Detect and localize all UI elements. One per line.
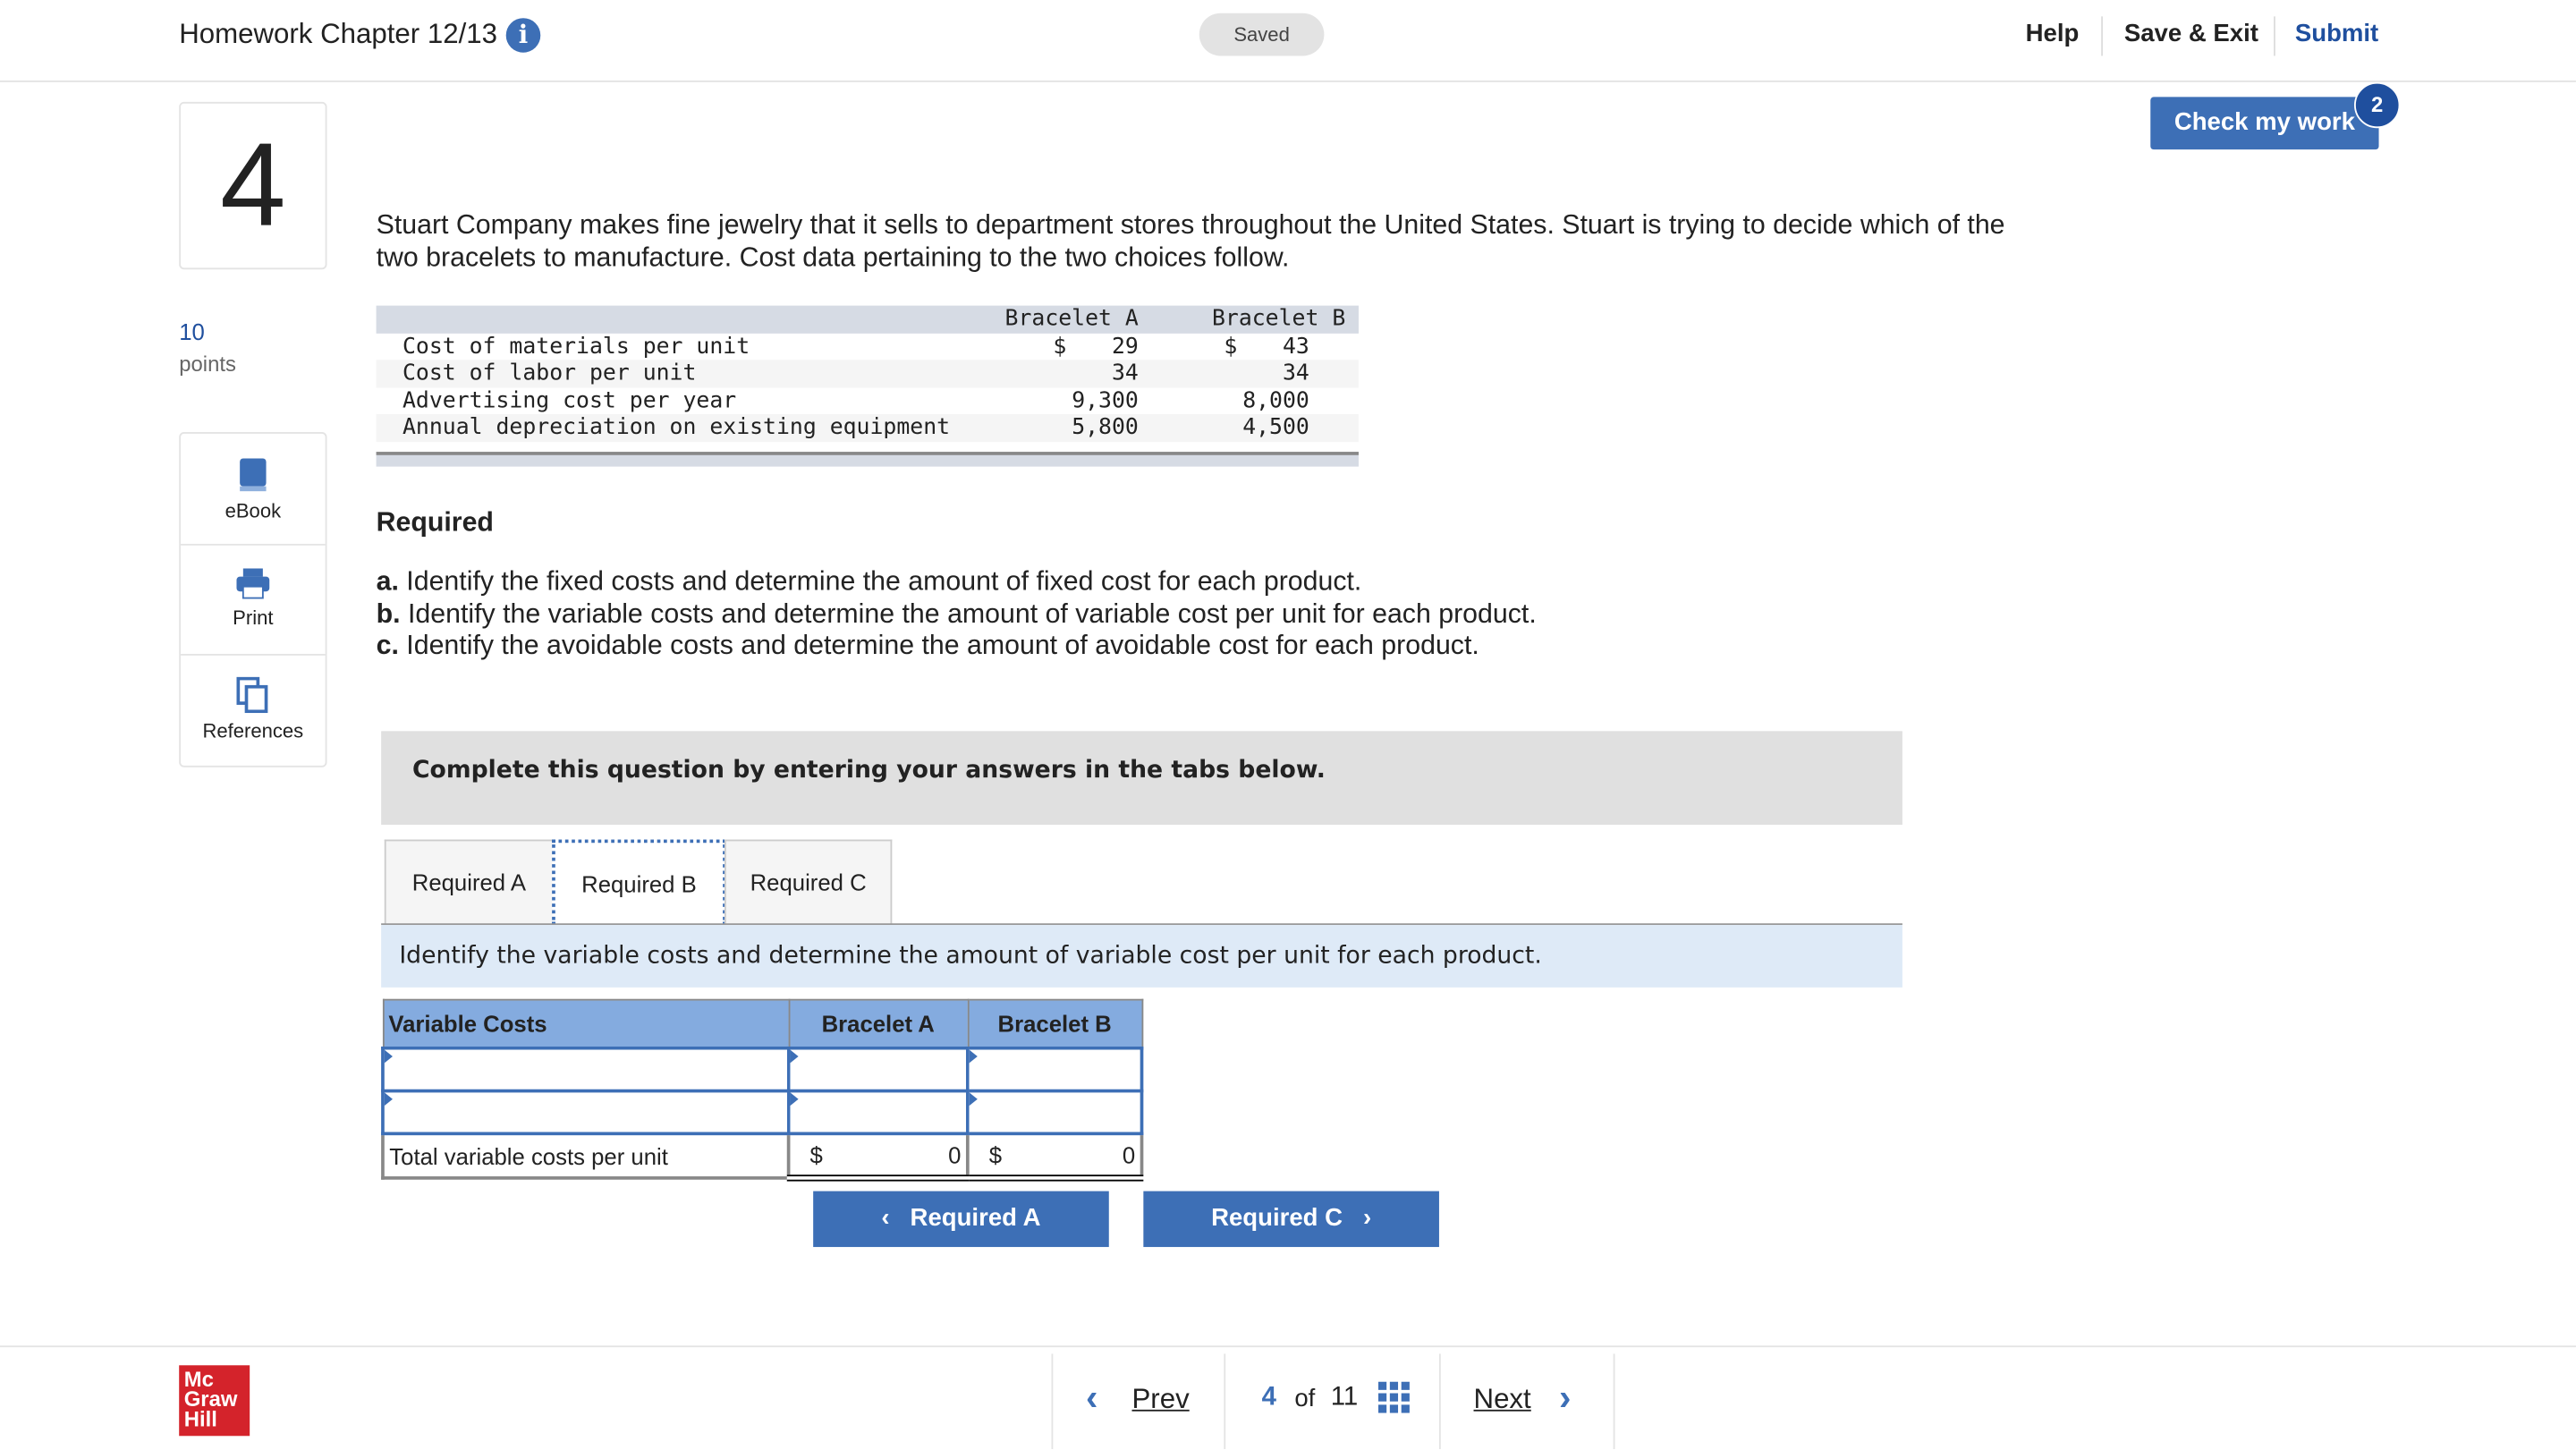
- instructions-banner: Complete this question by entering your …: [381, 731, 1902, 826]
- total-b: $0: [965, 1132, 1144, 1182]
- item-text: Identify the avoidable costs and determi…: [398, 631, 1479, 661]
- tab-required-a[interactable]: Required A: [384, 839, 554, 926]
- table-footer: [376, 452, 1359, 467]
- copy-icon: [236, 676, 268, 714]
- divider: [2273, 16, 2275, 56]
- tab-instruction: Identify the variable costs and determin…: [381, 925, 1902, 988]
- of-label: of: [1294, 1385, 1316, 1413]
- tab-required-c[interactable]: Required C: [724, 839, 893, 926]
- col-header: Bracelet A: [787, 998, 969, 1049]
- dollar: $: [988, 1141, 1003, 1168]
- table-row: Annual depreciation on existing equipmen…: [376, 413, 1359, 442]
- references-label: References: [202, 719, 304, 743]
- next-required-button[interactable]: Required C ›: [1143, 1191, 1439, 1248]
- help-link[interactable]: Help: [2026, 20, 2080, 47]
- save-exit-link[interactable]: Save & Exit: [2124, 20, 2258, 47]
- item-letter: c.: [376, 631, 399, 661]
- tools-panel: eBook Print References: [179, 432, 327, 767]
- row-label: Advertising cost per year: [402, 386, 737, 413]
- bracelet-a-input[interactable]: [786, 1046, 970, 1093]
- ebook-label: eBook: [225, 499, 282, 523]
- row-label: Cost of labor per unit: [402, 360, 697, 386]
- banner-text: Complete this question by entering your …: [412, 757, 1326, 784]
- chevron-left-icon: ‹: [881, 1204, 911, 1233]
- next-required-label: Required C: [1211, 1204, 1343, 1233]
- required-list: a. Identify the fixed costs and determin…: [377, 567, 1537, 663]
- col-header: Bracelet A: [1004, 305, 1139, 333]
- dollar: $: [1053, 332, 1067, 360]
- cell: 34: [1111, 360, 1139, 386]
- bracelet-b-input[interactable]: [965, 1089, 1144, 1136]
- cell: 4,500: [1242, 413, 1309, 441]
- check-my-work-button[interactable]: Check my work: [2150, 97, 2379, 150]
- item-letter: b.: [376, 598, 401, 629]
- footer-divider: [0, 1345, 2576, 1348]
- chevron-right-icon: ›: [1343, 1204, 1372, 1233]
- references-button[interactable]: References: [181, 654, 326, 764]
- cost-name-input[interactable]: [381, 1089, 791, 1136]
- col-header: Bracelet B: [966, 998, 1143, 1049]
- book-icon: [240, 458, 267, 492]
- bracelet-b-input[interactable]: [965, 1046, 1144, 1093]
- question-number: 4: [179, 101, 327, 270]
- cell: 34: [1282, 360, 1309, 386]
- print-button[interactable]: Print: [181, 544, 326, 656]
- col-header: Bracelet B: [1211, 305, 1346, 333]
- cell: 9,300: [1072, 386, 1139, 413]
- total-a: $0: [786, 1132, 970, 1182]
- chevron-left-icon[interactable]: ‹: [1086, 1377, 1097, 1420]
- problem-text: Stuart Company makes fine jewelry that i…: [376, 210, 2005, 272]
- total-b-value: 0: [1122, 1141, 1136, 1168]
- prev-required-button[interactable]: ‹ Required A: [813, 1191, 1109, 1248]
- saved-status: Saved: [1199, 13, 1325, 56]
- grid-icon[interactable]: [1377, 1381, 1411, 1415]
- ebook-button[interactable]: eBook: [181, 434, 326, 546]
- table-row: Cost of labor per unit 34 34: [376, 360, 1359, 387]
- points-value: 10: [179, 318, 205, 345]
- print-label: Print: [233, 606, 274, 630]
- total-pages: 11: [1330, 1383, 1359, 1412]
- answer-table: Variable Costs Bracelet A Bracelet B Total…: [381, 998, 1144, 1182]
- total-a-value: 0: [948, 1141, 962, 1168]
- chevron-right-icon[interactable]: ›: [1559, 1377, 1571, 1420]
- item-letter: a.: [376, 566, 399, 597]
- cost-name-input[interactable]: [381, 1046, 791, 1093]
- dollar: $: [1224, 332, 1238, 360]
- cell: 8,000: [1242, 386, 1309, 413]
- cell: 29: [1111, 332, 1139, 360]
- instruction-text: Identify the variable costs and determin…: [399, 943, 1542, 970]
- prev-link[interactable]: Prev: [1131, 1384, 1189, 1417]
- row-label: Annual depreciation on existing equipmen…: [402, 413, 951, 441]
- assignment-title: Homework Chapter 12/13: [179, 18, 498, 50]
- pagination: ‹ Prev 4 of 11 Next ›: [1051, 1353, 1615, 1449]
- next-link[interactable]: Next: [1474, 1384, 1531, 1417]
- row-label: Cost of materials per unit: [402, 332, 750, 360]
- required-heading: Required: [376, 507, 494, 538]
- attempts-badge: 2: [2353, 81, 2401, 129]
- prev-required-label: Required A: [910, 1204, 1041, 1233]
- mcgraw-hill-logo: Mc Graw Hill: [179, 1365, 250, 1437]
- item-text: Identify the variable costs and determin…: [400, 598, 1537, 629]
- current-page: 4: [1261, 1383, 1276, 1412]
- cost-data-table: Bracelet A Bracelet B Cost of materials p…: [376, 305, 1359, 442]
- info-icon[interactable]: i: [505, 18, 541, 53]
- cell: 43: [1282, 332, 1309, 360]
- tab-required-b[interactable]: Required B: [552, 839, 726, 926]
- total-label: Total variable costs per unit: [381, 1132, 791, 1180]
- bracelet-a-input[interactable]: [786, 1089, 970, 1136]
- divider: [2101, 16, 2103, 56]
- cell: 5,800: [1072, 413, 1139, 441]
- submit-link[interactable]: Submit: [2295, 20, 2378, 47]
- col-header: Variable Costs: [382, 998, 790, 1049]
- table-row: Advertising cost per year 9,300 8,000: [377, 387, 1359, 414]
- item-text: Identify the fixed costs and determine t…: [398, 566, 1362, 597]
- points-label: points: [179, 352, 236, 377]
- dollar: $: [809, 1141, 823, 1168]
- printer-icon: [236, 568, 270, 599]
- table-row: Cost of materials per unit $29 $43: [377, 333, 1359, 360]
